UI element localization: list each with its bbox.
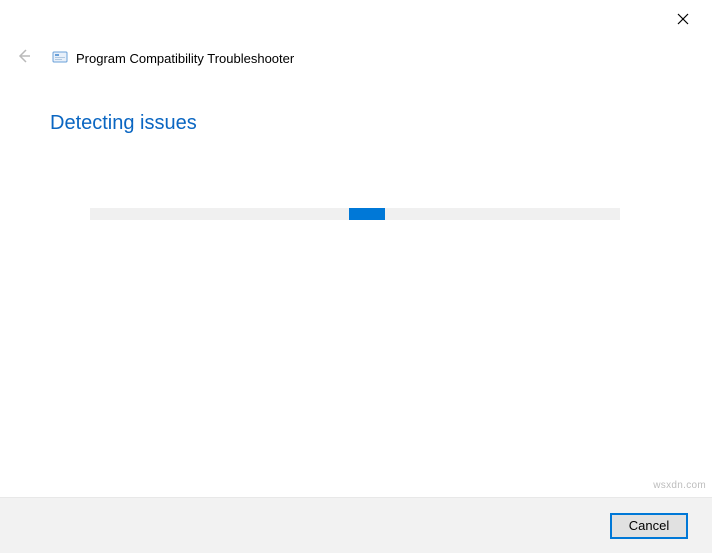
close-button[interactable] <box>672 10 694 32</box>
dialog-footer: Cancel <box>0 497 712 553</box>
page-heading: Detecting issues <box>50 112 197 135</box>
back-button <box>14 48 34 68</box>
window-title: Program Compatibility Troubleshooter <box>76 51 294 66</box>
watermark-text: wsxdn.com <box>653 480 706 491</box>
cancel-button[interactable]: Cancel <box>610 513 688 539</box>
close-icon <box>677 12 689 30</box>
progress-bar <box>90 208 620 220</box>
app-identity: Program Compatibility Troubleshooter <box>52 50 294 66</box>
troubleshooter-icon <box>52 50 68 66</box>
progress-indicator <box>349 208 385 220</box>
header-bar: Program Compatibility Troubleshooter <box>14 48 294 68</box>
back-arrow-icon <box>16 48 32 69</box>
